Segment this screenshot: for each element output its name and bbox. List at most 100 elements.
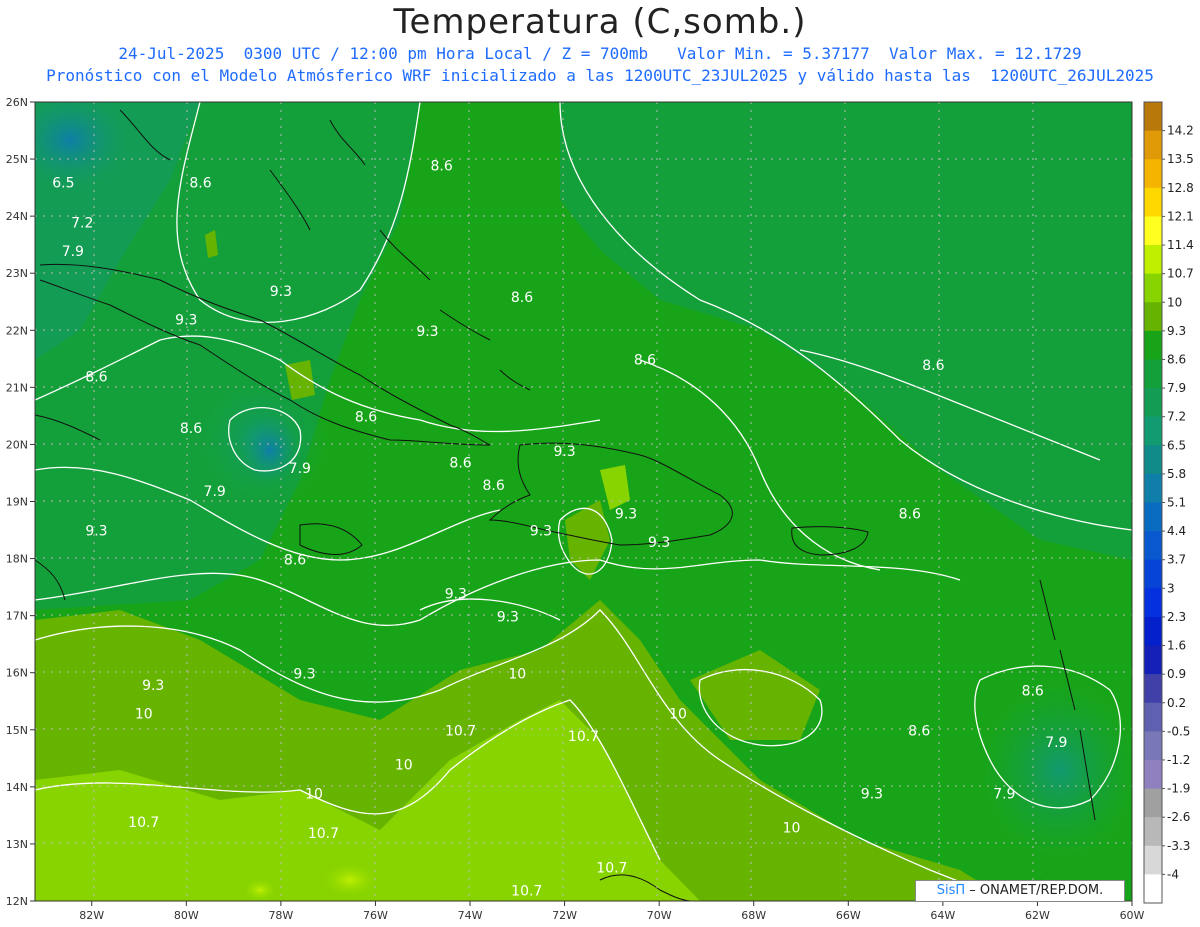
colorbar-swatch <box>1144 473 1162 503</box>
contour-label: 9.3 <box>416 324 438 340</box>
contour-label: 10 <box>305 786 323 802</box>
colorbar-swatch <box>1144 388 1162 418</box>
contour-label: 7.9 <box>62 244 84 260</box>
colorbar-swatch <box>1144 216 1162 246</box>
lon-tick-label: 80W <box>174 909 199 922</box>
colorbar-swatch <box>1144 845 1162 875</box>
lat-tick-label: 20N <box>6 438 28 451</box>
contour-label: 8.6 <box>431 158 453 174</box>
colorbar-label: 7.2 <box>1167 410 1186 424</box>
field-teal-southeast <box>980 680 1132 860</box>
contour-label: 9.3 <box>293 666 315 682</box>
contour-label: 9.3 <box>175 313 197 329</box>
colorbar-swatch <box>1144 273 1162 303</box>
field-yellowgreen-spot2 <box>242 878 278 901</box>
contour-label: 10 <box>135 706 153 722</box>
lat-tick-label: 12N <box>6 895 28 908</box>
colorbar-label: 6.5 <box>1167 438 1186 452</box>
colorbar-label: 2.3 <box>1167 610 1186 624</box>
colorbar-label: 9.3 <box>1167 324 1186 338</box>
colorbar-swatch <box>1144 187 1162 217</box>
contour-label: 9.3 <box>530 524 552 540</box>
colorbar-swatch <box>1144 531 1162 561</box>
colorbar-label: 10 <box>1167 295 1182 309</box>
contour-label: 9.3 <box>553 444 575 460</box>
contour-label: 9.3 <box>270 284 292 300</box>
colorbar-swatch <box>1144 759 1162 790</box>
contour-label: 8.6 <box>634 353 656 369</box>
lon-tick-label: 68W <box>741 909 766 922</box>
lat-tick-label: 24N <box>6 210 28 223</box>
contour-label: 8.6 <box>922 358 944 374</box>
colorbar-swatch <box>1144 731 1162 761</box>
colorbar-label: -2.6 <box>1167 810 1190 824</box>
colorbar-swatch <box>1144 130 1162 160</box>
lat-tick-label: 16N <box>6 667 28 680</box>
lon-tick-label: 62W <box>1025 909 1050 922</box>
contour-label: 10 <box>508 666 526 682</box>
contour-label: 10.7 <box>568 729 599 745</box>
colorbar-label: -1.9 <box>1167 782 1190 796</box>
contour-label: 9.3 <box>85 524 107 540</box>
lon-tick-label: 74W <box>458 909 483 922</box>
credit-brand: SisΠ <box>936 883 966 898</box>
colorbar-swatch <box>1144 302 1162 332</box>
colorbar-label: 4.4 <box>1167 524 1186 538</box>
colorbar-swatch <box>1144 559 1162 589</box>
colorbar-swatch <box>1144 330 1162 360</box>
colorbar-label: 7.9 <box>1167 381 1186 395</box>
colorbar-swatch <box>1144 245 1162 275</box>
colorbar-swatch <box>1144 502 1162 532</box>
lat-tick-label: 15N <box>6 724 28 737</box>
colorbar-swatch <box>1144 788 1162 818</box>
colorbar-label: 11.4 <box>1167 238 1194 252</box>
contour-label: 9.3 <box>445 587 467 603</box>
contour-label: 7.9 <box>289 461 311 477</box>
colorbar-label: 3.7 <box>1167 553 1186 567</box>
contour-label: 8.6 <box>511 290 533 306</box>
colorbar-swatch <box>1144 445 1162 475</box>
contour-label: 9.3 <box>648 535 670 551</box>
contour-label: 8.6 <box>189 176 211 192</box>
colorbar-label: 12.8 <box>1167 181 1194 195</box>
contour-label: 10.7 <box>511 883 542 899</box>
contour-label: 10.7 <box>308 826 339 842</box>
contour-label: 8.6 <box>899 507 921 523</box>
lat-tick-label: 23N <box>6 267 28 280</box>
colorbar-swatch <box>1144 588 1162 618</box>
contour-label: 8.6 <box>908 723 930 739</box>
colorbar-label: -4 <box>1167 867 1179 881</box>
contour-label: 9.3 <box>142 678 164 694</box>
lat-tick-label: 21N <box>6 381 28 394</box>
contour-label: 10.7 <box>445 723 476 739</box>
colorbar-label: 1.6 <box>1167 639 1186 653</box>
colorbar-swatch <box>1144 616 1162 647</box>
field-yellowgreen-spot <box>320 862 380 898</box>
contour-label: 9.3 <box>615 507 637 523</box>
lon-tick-label: 70W <box>647 909 672 922</box>
lon-tick-label: 60W <box>1120 909 1145 922</box>
contour-label: 8.6 <box>483 478 505 494</box>
lat-tick-label: 17N <box>6 610 28 623</box>
colorbar-swatch <box>1144 817 1162 847</box>
lon-tick-label: 82W <box>79 909 104 922</box>
colorbar-swatch <box>1144 159 1162 189</box>
contour-label: 8.6 <box>85 370 107 386</box>
colorbar-label: 0.9 <box>1167 667 1186 681</box>
contour-label: 7.9 <box>1045 735 1067 751</box>
colorbar-swatch <box>1144 102 1162 132</box>
contour-label: 8.6 <box>180 421 202 437</box>
lon-tick-label: 66W <box>836 909 861 922</box>
colorbar-swatch <box>1144 674 1162 704</box>
contour-label: 10 <box>669 706 687 722</box>
colorbar: 14.2 13.5 12.8 12.1 11.4 10.7 10 9.3 8.6 7.9 7.2 6.… <box>1143 101 1194 904</box>
colorbar-label: 10.7 <box>1167 267 1194 281</box>
lat-tick-label: 25N <box>6 153 28 166</box>
contour-label: 10 <box>395 758 413 774</box>
colorbar-label: 5.1 <box>1167 496 1186 510</box>
contour-label: 10.7 <box>596 860 627 876</box>
contour-label: 10 <box>783 821 801 837</box>
lon-tick-label: 64W <box>930 909 955 922</box>
lat-tick-label: 13N <box>6 838 28 851</box>
colorbar-label: 13.5 <box>1167 152 1194 166</box>
